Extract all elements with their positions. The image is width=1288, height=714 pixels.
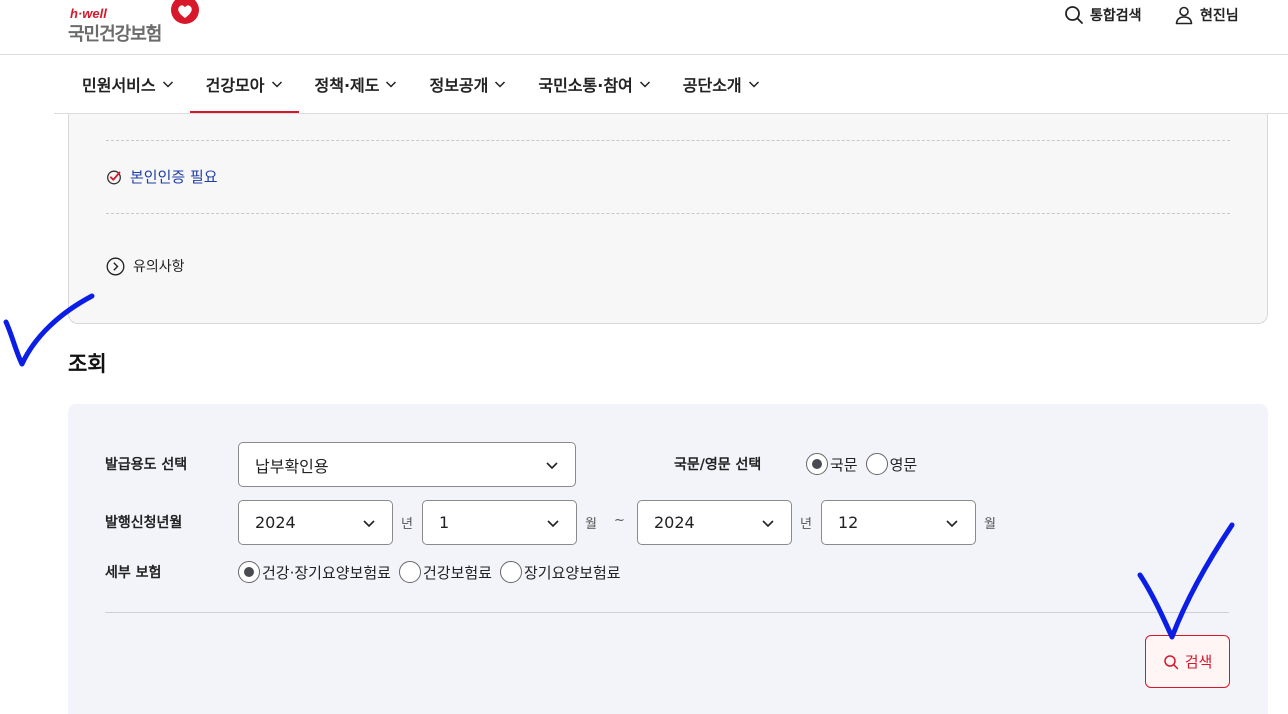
integrated-search-label: 통합검색 xyxy=(1090,8,1142,24)
dashed-divider xyxy=(106,140,1230,141)
check-circle-icon xyxy=(107,170,121,184)
nav-item-label: 공단소개 xyxy=(682,76,742,95)
form-divider xyxy=(105,612,1229,613)
radio-health-label: 건강보험료 xyxy=(422,563,492,582)
site-header: h·well 국민건강보험 통합검색 현진님 민원서비스 건강모아 정책·제도 … xyxy=(0,0,1288,114)
chevron-down-icon xyxy=(748,81,759,88)
user-menu-link[interactable]: 현진님 xyxy=(1174,4,1239,26)
radio-health-longterm-circle[interactable] xyxy=(238,561,260,583)
logo-small-text: h·well xyxy=(70,6,107,21)
nav-item-participation[interactable]: 국민소통·참여 xyxy=(522,55,666,113)
insurance-radio-group: 건강·장기요양보험료 건강보험료 장기요양보험료 xyxy=(238,561,629,583)
to-month-value: 12 xyxy=(838,513,859,532)
logo-main-text: 국민건강보험 xyxy=(68,24,162,45)
chevron-down-icon xyxy=(547,519,559,527)
chevron-down-icon xyxy=(639,81,650,88)
radio-health-circle[interactable] xyxy=(398,561,421,583)
chevron-down-icon xyxy=(546,461,558,469)
chevron-down-icon xyxy=(495,81,506,88)
language-label: 국문/영문 선택 xyxy=(674,457,762,473)
search-icon xyxy=(1065,6,1083,24)
chevron-down-icon xyxy=(363,519,375,527)
nav-item-civil-service[interactable]: 민원서비스 xyxy=(66,55,190,113)
search-icon xyxy=(1163,654,1178,669)
arrow-right-circle-icon xyxy=(106,257,125,275)
radio-korean[interactable]: 국문 xyxy=(806,453,858,475)
month-unit: 월 xyxy=(984,517,996,532)
main-navigation: 민원서비스 건강모아 정책·제도 정보공개 국민소통·참여 공단소개 xyxy=(66,55,776,114)
radio-korean-circle[interactable] xyxy=(806,453,828,475)
annotation-checkmark-right xyxy=(1137,522,1235,640)
chevron-down-icon xyxy=(271,81,282,88)
purpose-select-value: 납부확인용 xyxy=(255,456,329,476)
search-button-label: 검색 xyxy=(1184,653,1213,671)
purpose-label: 발급용도 선택 xyxy=(105,457,188,473)
year-unit: 년 xyxy=(800,517,812,532)
info-panel: 본인인증 필요 유의사항 xyxy=(68,114,1268,324)
annotation-checkmark-left xyxy=(3,293,95,367)
chevron-down-icon xyxy=(162,81,173,88)
dashed-divider xyxy=(106,213,1230,214)
to-month-select[interactable]: 12 xyxy=(821,500,976,545)
from-month-value: 1 xyxy=(439,513,450,532)
nav-item-label: 민원서비스 xyxy=(82,76,156,95)
month-unit: 월 xyxy=(585,517,597,532)
radio-health[interactable]: 건강보험료 xyxy=(398,561,492,583)
insurance-label: 세부 보험 xyxy=(105,565,162,581)
to-year-select[interactable]: 2024 xyxy=(637,500,792,545)
nav-item-disclosure[interactable]: 정보공개 xyxy=(413,55,522,113)
chevron-down-icon xyxy=(946,519,958,527)
nav-item-label: 정책·제도 xyxy=(314,76,380,95)
radio-english-label: 영문 xyxy=(889,455,918,474)
from-month-select[interactable]: 1 xyxy=(422,500,577,545)
radio-longterm-circle[interactable] xyxy=(500,561,522,583)
radio-health-longterm-label: 건강·장기요양보험료 xyxy=(262,563,391,582)
heart-logo-icon xyxy=(171,0,199,24)
site-logo[interactable]: h·well 국민건강보험 xyxy=(68,0,208,45)
from-year-value: 2024 xyxy=(255,513,296,532)
radio-korean-label: 국문 xyxy=(830,455,858,474)
language-radio-group: 국문 영문 xyxy=(806,453,925,475)
chevron-down-icon xyxy=(762,519,774,527)
from-year-select[interactable]: 2024 xyxy=(238,500,393,545)
nav-item-health-moa[interactable]: 건강모아 xyxy=(189,55,299,114)
nav-item-policy[interactable]: 정책·제도 xyxy=(299,55,414,113)
integrated-search-link[interactable]: 통합검색 xyxy=(1064,4,1142,26)
radio-longterm-label: 장기요양보험료 xyxy=(524,563,621,582)
identity-verification-label: 본인인증 필요 xyxy=(130,168,218,186)
nav-item-label: 정보공개 xyxy=(429,76,489,95)
period-label: 발행신청년월 xyxy=(105,515,183,531)
nav-item-label: 건강모아 xyxy=(205,76,265,95)
radio-english-circle[interactable] xyxy=(865,453,888,475)
to-year-value: 2024 xyxy=(654,513,695,532)
user-name-label: 현진님 xyxy=(1200,8,1239,24)
nav-item-label: 국민소통·참여 xyxy=(538,76,633,95)
user-icon xyxy=(1175,6,1193,25)
year-unit: 년 xyxy=(401,517,413,532)
radio-longterm[interactable]: 장기요양보험료 xyxy=(500,561,621,583)
radio-english[interactable]: 영문 xyxy=(865,453,918,475)
purpose-select[interactable]: 납부확인용 xyxy=(238,442,576,487)
nav-item-about[interactable]: 공단소개 xyxy=(667,55,776,113)
radio-health-longterm[interactable]: 건강·장기요양보험료 xyxy=(238,561,391,583)
range-separator: ~ xyxy=(614,513,625,528)
notice-toggle[interactable]: 유의사항 xyxy=(106,256,185,276)
identity-verification-notice: 본인인증 필요 xyxy=(106,166,218,187)
notice-label: 유의사항 xyxy=(133,259,185,275)
query-form: 발급용도 선택 납부확인용 국문/영문 선택 국문 영문 발행신청년월 2024… xyxy=(68,404,1268,714)
chevron-down-icon xyxy=(386,81,397,88)
